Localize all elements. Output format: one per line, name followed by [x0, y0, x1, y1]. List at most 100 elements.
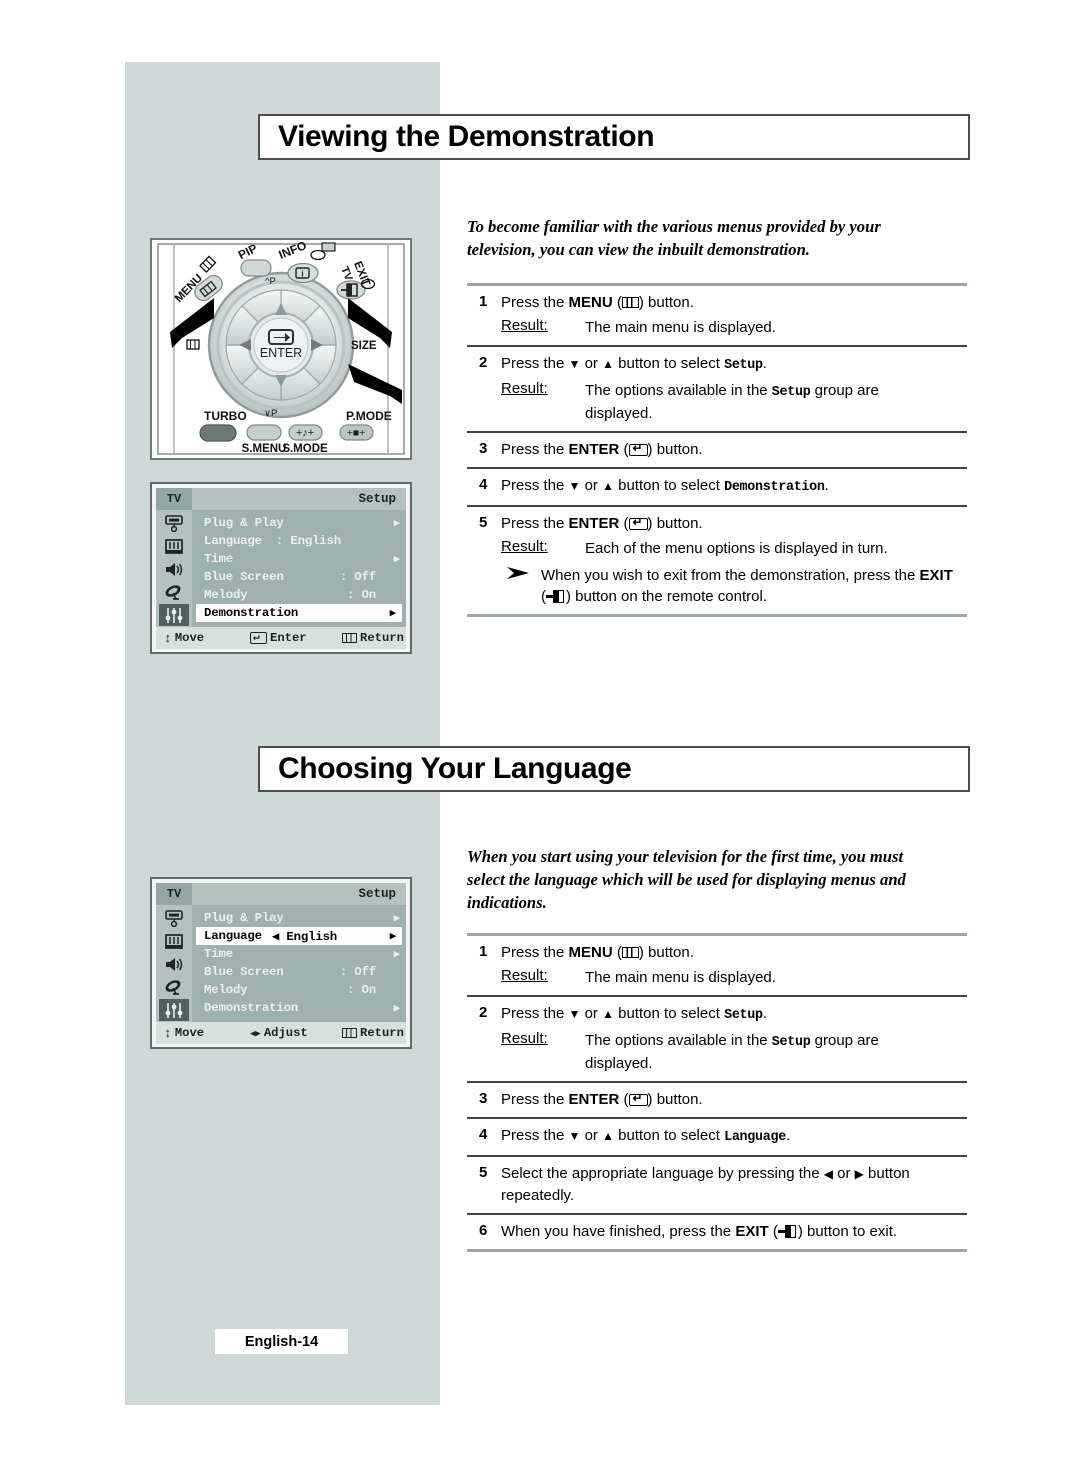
or-text: or: [580, 355, 603, 372]
arrow-bullet-icon: [501, 565, 541, 583]
remote-control-illustration: ENTER ^P ∨P MENU PIP i INFO EXIT TV SIZE…: [150, 238, 412, 460]
step-row: 1 Press the MENU () button. Result: The …: [467, 286, 967, 345]
osd-footer-enter-label: Enter: [270, 631, 307, 645]
menu-icon: [621, 947, 639, 958]
step-row: 2 Press the or button to select Setup. R…: [467, 347, 967, 431]
channel-icon[interactable]: [159, 535, 189, 557]
satellite-icon[interactable]: [159, 581, 189, 603]
osd-inner: TV Setup: [156, 488, 406, 649]
osd-menu-demonstration: TV Setup Plug & Play ▶ Language: Englis…: [150, 482, 412, 654]
enter-icon: [250, 630, 267, 644]
section-title-language: Choosing Your Language: [258, 746, 970, 792]
osd-item-value: ▶: [393, 552, 401, 566]
osd-item-demonstration[interactable]: Demonstration ▶: [192, 999, 406, 1017]
press-the-text: Press the: [501, 355, 569, 372]
osd-item-blue-screen[interactable]: Blue Screen : Off: [192, 963, 406, 981]
osd-item-plug-and-play[interactable]: Plug & Play ▶: [192, 909, 406, 927]
result-row: Result: The options available in the Set…: [501, 376, 967, 424]
step-number: 3: [479, 440, 488, 457]
enter-icon: [628, 518, 648, 530]
svg-text:ENTER: ENTER: [260, 346, 302, 360]
step-number: 3: [479, 1090, 488, 1107]
setup-sliders-icon[interactable]: [159, 999, 189, 1021]
osd-group-label: Setup: [358, 492, 396, 506]
osd-footer: Move Enter Return: [156, 627, 406, 649]
osd-item-demonstration[interactable]: Demonstration ▶: [196, 604, 402, 622]
setup-keyword: Setup: [771, 1035, 811, 1050]
osd-item-melody[interactable]: Melody : On: [192, 586, 406, 604]
satellite-icon[interactable]: [159, 976, 189, 998]
down-triangle-icon: [569, 1005, 581, 1022]
channel-icon[interactable]: [159, 930, 189, 952]
osd-row-list: Plug & Play ▶ Language ◀ English ▶ Time …: [192, 905, 406, 1022]
button-select-text: button to select: [614, 355, 725, 372]
step-number: 1: [479, 293, 488, 310]
step-instruction: Press the MENU () button.: [501, 942, 967, 963]
setup-keyword: Setup: [771, 385, 811, 400]
osd-footer-return: Return: [342, 1026, 404, 1040]
step-instruction: Select the appropriate language by press…: [501, 1163, 967, 1206]
osd-footer: Move Adjust Return: [156, 1022, 406, 1044]
finished-prefix: When you have finished, press the: [501, 1223, 736, 1240]
sound-icon[interactable]: [159, 558, 189, 580]
or-text: or: [580, 477, 603, 494]
osd-item-value: ▶: [389, 606, 397, 620]
up-down-icon: [164, 1026, 172, 1041]
step-number: 6: [479, 1222, 488, 1239]
right-triangle-icon: ▶: [393, 913, 401, 925]
svg-text:TURBO: TURBO: [204, 409, 247, 423]
press-the-text: Press the: [501, 515, 569, 532]
step-instruction: Press the ENTER () button.: [501, 513, 967, 534]
osd-header: TV Setup: [156, 883, 406, 905]
or-text: or: [580, 1005, 603, 1022]
sound-icon[interactable]: [159, 953, 189, 975]
open-paren: (: [612, 944, 622, 961]
osd-footer-return-label: Return: [360, 1026, 404, 1040]
osd-item-time[interactable]: Time ▶: [192, 550, 406, 568]
osd-icon-rail: [156, 510, 192, 627]
steps-list-language: 1 Press the MENU () button. Result: The …: [467, 933, 967, 1252]
picture-icon[interactable]: [159, 512, 189, 534]
picture-icon[interactable]: [159, 907, 189, 929]
intro-text-language: When you start using your television for…: [467, 847, 906, 912]
osd-item-language[interactable]: Language : English: [192, 532, 406, 550]
osd-item-melody[interactable]: Melody : On: [192, 981, 406, 999]
right-triangle-icon: [855, 1165, 864, 1182]
step-number: 5: [479, 514, 488, 531]
osd-footer-move-label: Move: [174, 1026, 205, 1040]
press-the-text: Press the: [501, 1091, 569, 1108]
osd-item-time[interactable]: Time ▶: [192, 945, 406, 963]
page-number-tag: English-14: [215, 1329, 348, 1354]
note-row: When you wish to exit from the demonstra…: [501, 559, 967, 607]
osd-item-value: : Off: [339, 570, 376, 584]
result-row: Result: Each of the menu options is disp…: [501, 534, 967, 559]
osd-footer-move-label: Move: [174, 631, 205, 645]
right-triangle-icon: ▶: [389, 608, 397, 620]
or-text: or: [580, 1127, 603, 1144]
step-number: 5: [479, 1164, 488, 1181]
menu-icon: [342, 633, 357, 643]
osd-item-plug-and-play[interactable]: Plug & Play ▶: [192, 514, 406, 532]
manual-page: Viewing the Demonstration ENTER ^P ∨P ME…: [0, 0, 1080, 1469]
step-number: 1: [479, 943, 488, 960]
osd-item-label: Demonstration: [204, 606, 299, 620]
step-instruction: Press the or button to select Setup.: [501, 353, 967, 376]
button-select-text: button to select: [614, 1005, 725, 1022]
right-triangle-icon: ▶: [393, 518, 401, 530]
osd-item-blue-screen[interactable]: Blue Screen : Off: [192, 568, 406, 586]
note-text: When you wish to exit from the demonstra…: [541, 565, 961, 607]
up-triangle-icon: [602, 355, 614, 372]
osd-body: Plug & Play ▶ Language : English Time ▶ …: [156, 510, 406, 627]
osd-header: TV Setup: [156, 488, 406, 510]
osd-item-language[interactable]: Language ◀ English ▶: [196, 927, 402, 945]
setup-sliders-icon[interactable]: [159, 604, 189, 626]
osd-item-label: Plug & Play: [204, 516, 284, 530]
osd-footer-move: Move: [164, 631, 250, 646]
step-instruction: Press the or button to select Demonstrat…: [501, 475, 967, 498]
right-triangle-icon: ▶: [393, 554, 401, 566]
osd-body: Plug & Play ▶ Language ◀ English ▶ Time …: [156, 905, 406, 1022]
finished-suffix: button to exit.: [802, 1223, 898, 1240]
osd-item-value: ▶: [394, 947, 401, 961]
svg-text:+♪+: +♪+: [296, 427, 314, 439]
button-text: button.: [643, 944, 694, 961]
